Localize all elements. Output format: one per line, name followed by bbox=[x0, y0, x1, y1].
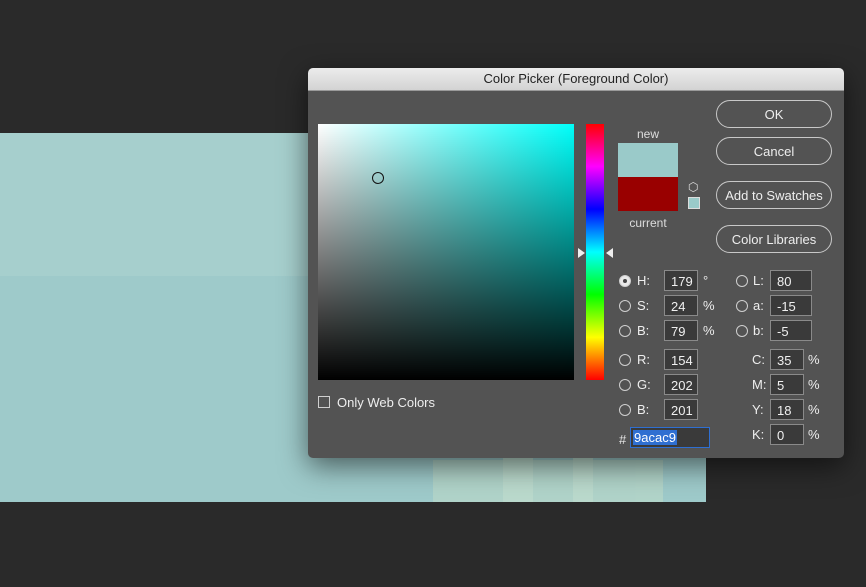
input-s[interactable]: 24 bbox=[664, 295, 698, 316]
hsb-row-s: S: 24 % bbox=[619, 295, 729, 317]
radio-a[interactable] bbox=[736, 300, 748, 312]
input-k[interactable]: 0 bbox=[770, 424, 804, 445]
hex-symbol: # bbox=[619, 432, 627, 447]
unit-y: % bbox=[808, 402, 820, 417]
label-lab-b: b: bbox=[753, 323, 764, 338]
input-lab-b[interactable]: -5 bbox=[770, 320, 812, 341]
radio-h[interactable] bbox=[619, 275, 631, 287]
input-c[interactable]: 35 bbox=[770, 349, 804, 370]
label-r: R: bbox=[637, 352, 650, 367]
unit-b: % bbox=[703, 323, 715, 338]
saturation-brightness-field[interactable] bbox=[318, 124, 574, 380]
dialog-title: Color Picker (Foreground Color) bbox=[308, 68, 844, 91]
lab-row-a: a: -15 bbox=[736, 295, 836, 317]
unit-m: % bbox=[808, 377, 820, 392]
cmyk-row-y: Y: 18 % bbox=[752, 399, 842, 421]
current-color-label: current bbox=[629, 216, 667, 230]
radio-b[interactable] bbox=[619, 325, 631, 337]
unit-s: % bbox=[703, 298, 715, 313]
add-to-swatches-button[interactable]: Add to Swatches bbox=[716, 181, 832, 209]
rgb-row-b: B: 201 bbox=[619, 399, 729, 421]
label-h: H: bbox=[637, 273, 650, 288]
input-h[interactable]: 179 bbox=[664, 270, 698, 291]
cube-icon[interactable]: ⬡ bbox=[688, 181, 700, 193]
rgb-row-r: R: 154 bbox=[619, 349, 729, 371]
unit-k: % bbox=[808, 427, 820, 442]
hue-slider[interactable] bbox=[586, 124, 604, 380]
label-blue: B: bbox=[637, 402, 650, 417]
radio-blue[interactable] bbox=[619, 404, 631, 416]
hsb-row-h: H: 179 ° bbox=[619, 270, 729, 292]
input-l[interactable]: 80 bbox=[770, 270, 812, 291]
cmyk-row-m: M: 5 % bbox=[752, 374, 842, 396]
label-s: S: bbox=[637, 298, 650, 313]
input-m[interactable]: 5 bbox=[770, 374, 804, 395]
radio-s[interactable] bbox=[619, 300, 631, 312]
hex-value: 9acac9 bbox=[633, 430, 677, 445]
label-k: K: bbox=[752, 427, 765, 442]
only-web-colors-label: Only Web Colors bbox=[337, 395, 436, 410]
only-web-colors-checkbox[interactable] bbox=[318, 396, 330, 408]
rgb-row-g: G: 202 bbox=[619, 374, 729, 396]
new-color-swatch bbox=[618, 143, 678, 177]
radio-g[interactable] bbox=[619, 379, 631, 391]
label-y: Y: bbox=[752, 402, 764, 417]
cancel-button[interactable]: Cancel bbox=[716, 137, 832, 165]
label-g: G: bbox=[637, 377, 651, 392]
new-color-label: new bbox=[636, 127, 659, 141]
color-picker-dialog: Color Picker (Foreground Color) new curr… bbox=[308, 68, 844, 458]
cmyk-row-c: C: 35 % bbox=[752, 349, 842, 371]
hue-slider-handle-left[interactable] bbox=[578, 248, 585, 258]
current-color-swatch[interactable] bbox=[618, 177, 678, 211]
radio-lab-b[interactable] bbox=[736, 325, 748, 337]
color-picker-ring[interactable] bbox=[372, 172, 384, 184]
label-c: C: bbox=[752, 352, 765, 367]
cmyk-row-k: K: 0 % bbox=[752, 424, 842, 446]
hex-input[interactable]: 9acac9 bbox=[630, 427, 710, 448]
lab-row-b: b: -5 bbox=[736, 320, 836, 342]
input-blue[interactable]: 201 bbox=[664, 399, 698, 420]
hue-slider-handle-right[interactable] bbox=[606, 248, 613, 258]
label-b: B: bbox=[637, 323, 650, 338]
label-m: M: bbox=[752, 377, 767, 392]
unit-c: % bbox=[808, 352, 820, 367]
input-a[interactable]: -15 bbox=[770, 295, 812, 316]
label-a: a: bbox=[753, 298, 764, 313]
input-b[interactable]: 79 bbox=[664, 320, 698, 341]
lab-row-l: L: 80 bbox=[736, 270, 836, 292]
canvas-artwork bbox=[433, 450, 663, 502]
color-libraries-button[interactable]: Color Libraries bbox=[716, 225, 832, 253]
label-l: L: bbox=[753, 273, 764, 288]
radio-r[interactable] bbox=[619, 354, 631, 366]
web-safe-swatch[interactable] bbox=[688, 197, 700, 209]
input-y[interactable]: 18 bbox=[770, 399, 804, 420]
ok-button[interactable]: OK bbox=[716, 100, 832, 128]
unit-h: ° bbox=[703, 273, 709, 288]
input-g[interactable]: 202 bbox=[664, 374, 698, 395]
radio-l[interactable] bbox=[736, 275, 748, 287]
hsb-row-b: B: 79 % bbox=[619, 320, 729, 342]
input-r[interactable]: 154 bbox=[664, 349, 698, 370]
